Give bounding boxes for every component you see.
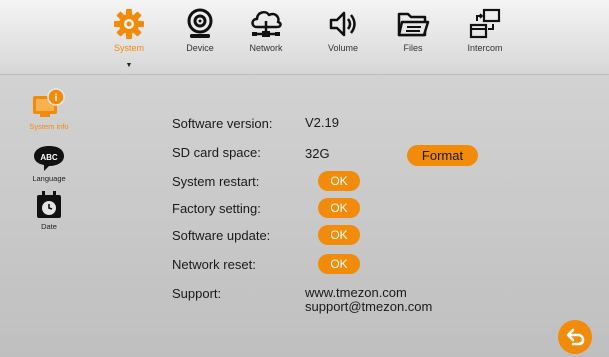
system-restart-label: System restart: — [172, 173, 260, 189]
abc-badge: ABC — [40, 153, 58, 162]
sidebar: i System info ABC Language Date — [0, 74, 100, 357]
sidebar-item-date[interactable]: Date — [18, 190, 80, 231]
sidebar-item-label: Date — [41, 222, 57, 231]
support-row: Support: — [172, 282, 221, 304]
software-update-row: Software update: — [172, 224, 270, 246]
sd-card-value: 32G — [305, 146, 330, 161]
software-update-label: Software update: — [172, 227, 271, 243]
tab-label: Network — [249, 43, 283, 53]
support-label: Support: — [172, 285, 222, 301]
tab-label: Intercom — [467, 43, 503, 53]
software-update-ok-button[interactable]: OK — [318, 225, 360, 245]
software-version-value: V2.19 — [305, 115, 339, 130]
gear-icon — [114, 9, 144, 39]
back-button[interactable] — [558, 320, 592, 354]
intercom-icon — [469, 8, 501, 39]
calendar-clock-icon — [37, 191, 61, 218]
tab-system[interactable]: System ▼ — [94, 8, 164, 72]
tab-device[interactable]: Device — [165, 8, 235, 72]
system-restart-row: System restart: — [172, 170, 259, 192]
tab-network[interactable]: Network — [231, 8, 301, 72]
webcam-icon — [187, 8, 213, 38]
system-restart-ok-button[interactable]: OK — [318, 171, 360, 191]
cloud-network-icon — [251, 10, 282, 37]
sidebar-item-label: System info — [29, 122, 69, 131]
sd-card-label: SD card space: — [172, 144, 261, 160]
tab-intercom[interactable]: Intercom — [450, 8, 520, 72]
back-arrow-icon — [566, 328, 585, 346]
tab-volume[interactable]: Volume — [308, 8, 378, 72]
sidebar-item-system-info[interactable]: i System info — [18, 88, 80, 131]
network-reset-row: Network reset: — [172, 253, 256, 275]
language-bubble-icon: ABC — [34, 146, 64, 171]
sd-card-row: SD card space: — [172, 141, 261, 163]
system-info-icon: i — [33, 88, 65, 117]
top-tab-bar: System ▼ Device Network Volume Files Int… — [0, 0, 609, 75]
tab-files[interactable]: Files — [378, 8, 448, 72]
network-reset-label: Network reset: — [172, 256, 256, 272]
tab-label: System — [113, 43, 144, 53]
support-website: www.tmezon.com — [305, 285, 407, 300]
sidebar-item-label: Language — [32, 174, 66, 183]
active-tab-marker: ▼ — [125, 62, 133, 69]
tab-label: Files — [403, 43, 423, 53]
folder-icon — [397, 12, 430, 37]
software-version-row: Software version: — [172, 112, 272, 134]
factory-setting-label: Factory setting: — [172, 200, 261, 216]
speaker-icon — [329, 11, 356, 37]
info-badge: i — [55, 93, 58, 104]
sidebar-item-language[interactable]: ABC Language — [18, 144, 80, 183]
factory-setting-ok-button[interactable]: OK — [318, 198, 360, 218]
factory-setting-row: Factory setting: — [172, 197, 261, 219]
network-reset-ok-button[interactable]: OK — [318, 254, 360, 274]
tab-label: Device — [186, 43, 214, 53]
software-version-label: Software version: — [172, 115, 273, 131]
format-button[interactable]: Format — [407, 145, 478, 166]
tab-label: Volume — [327, 43, 359, 53]
support-email: support@tmezon.com — [305, 299, 433, 314]
